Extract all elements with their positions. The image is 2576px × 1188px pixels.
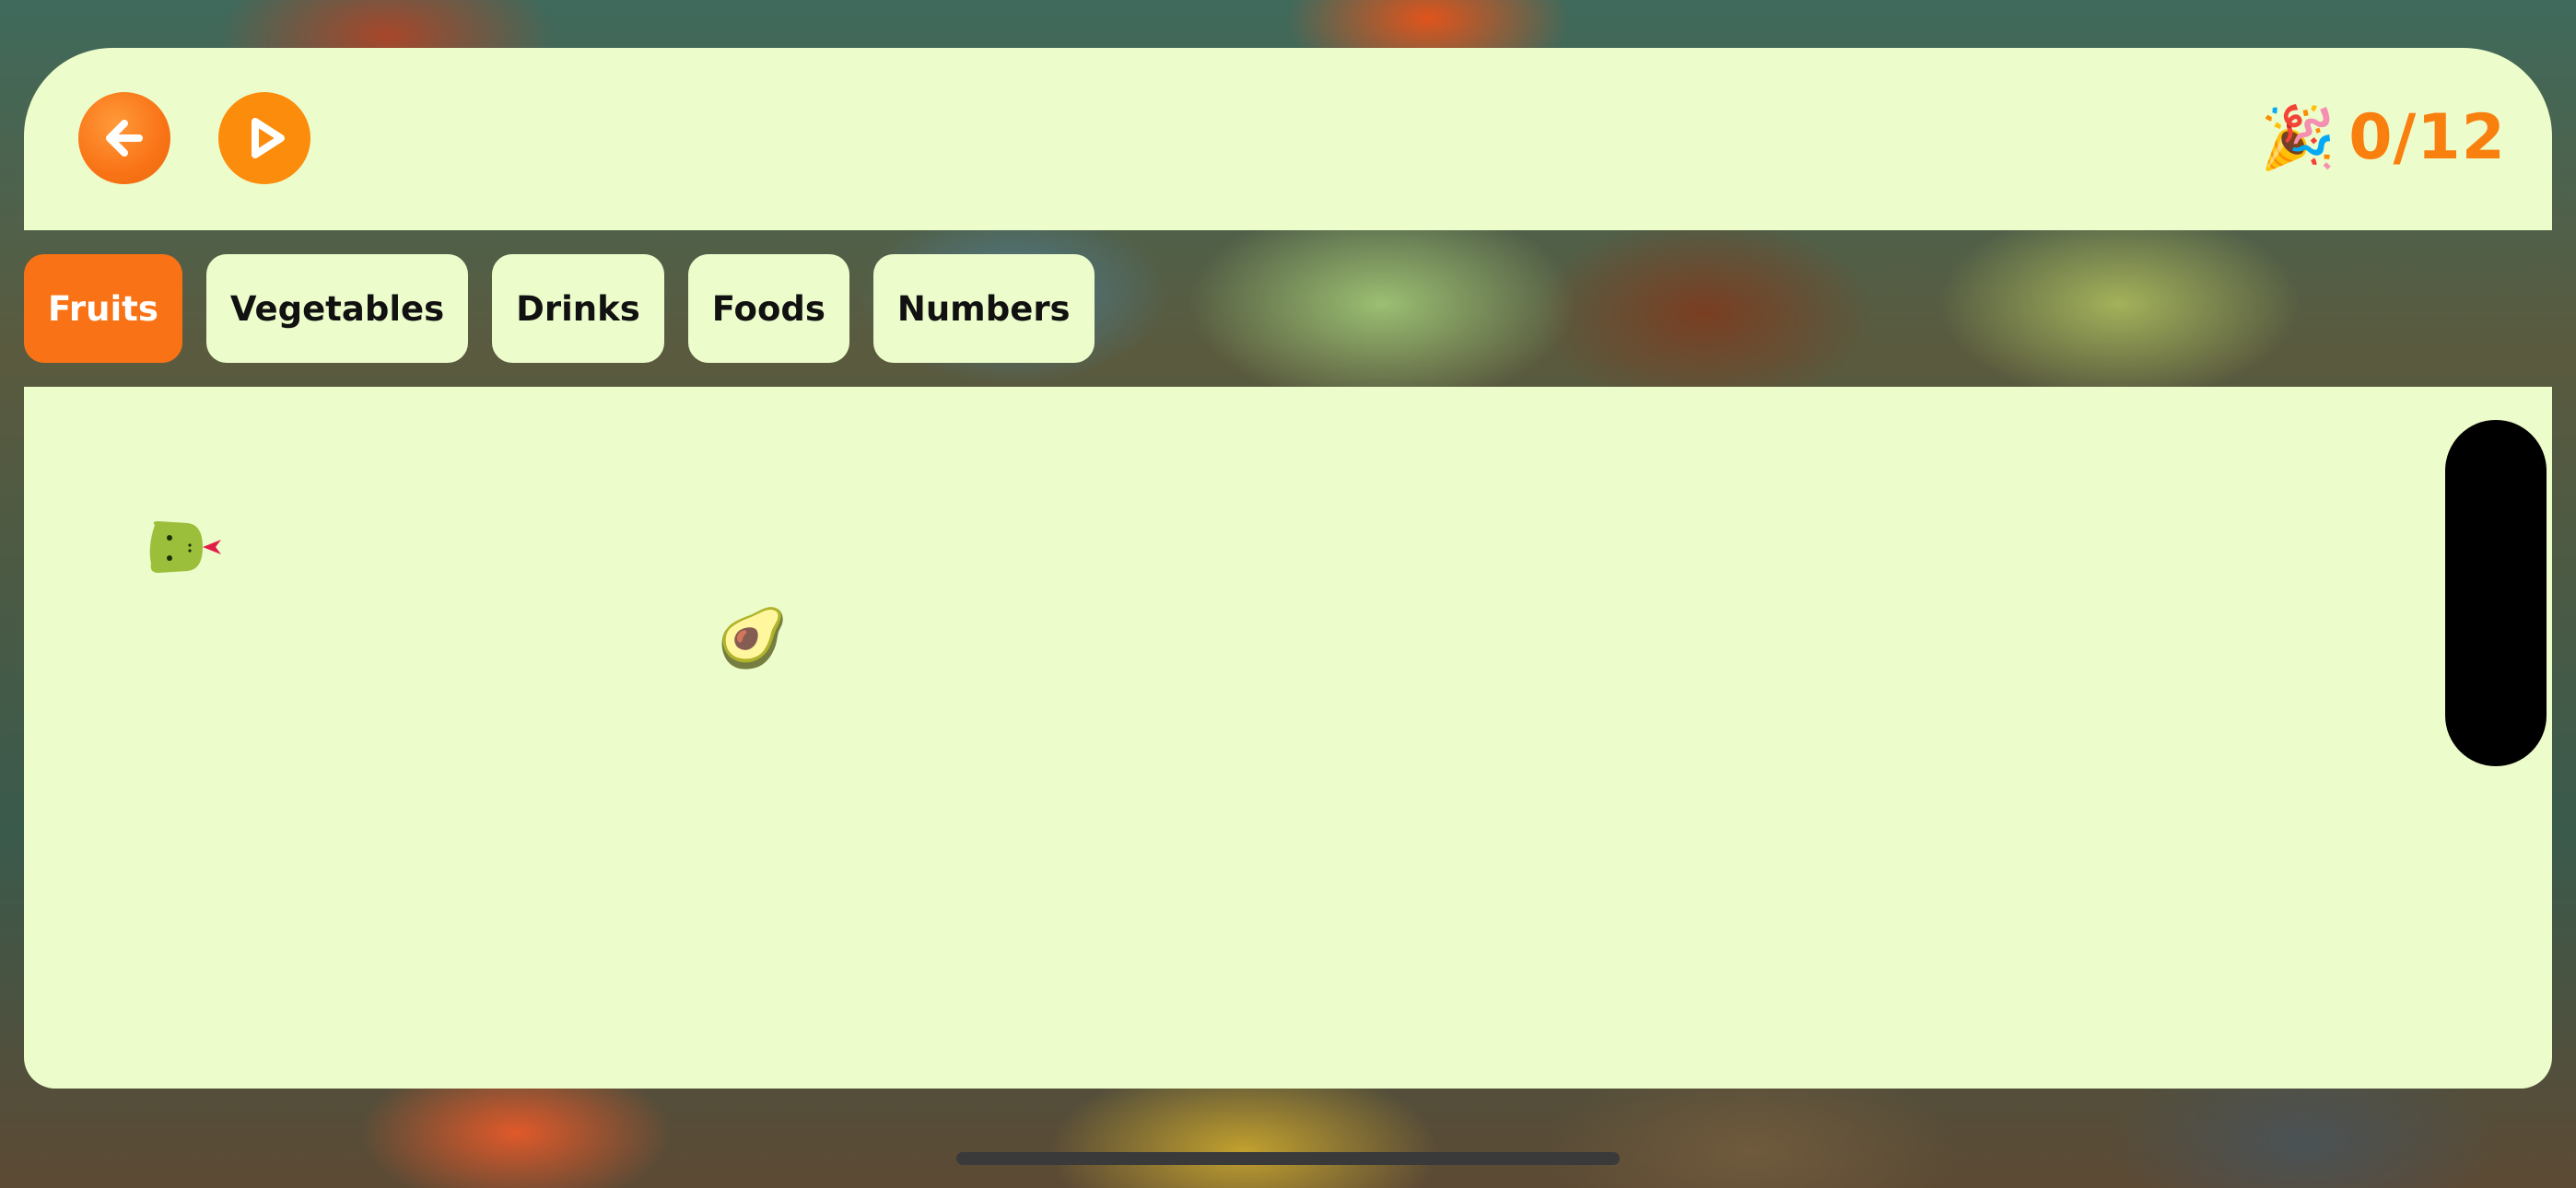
arrow-left-icon <box>106 120 143 157</box>
score-text: 0/12 <box>2348 101 2506 174</box>
home-indicator[interactable] <box>956 1152 1620 1165</box>
tab-fruits[interactable]: Fruits <box>24 254 182 363</box>
score-display: 🎉 0/12 <box>2260 105 2506 171</box>
game-board[interactable]: 🥑 <box>24 387 2552 1089</box>
tab-vegetables[interactable]: Vegetables <box>205 254 469 363</box>
tab-foods[interactable]: Foods <box>687 254 849 363</box>
snake-head <box>149 521 221 573</box>
party-popper-icon: 🎉 <box>2260 102 2336 173</box>
play-button[interactable] <box>218 92 310 184</box>
avocado-food: 🥑 <box>717 604 789 671</box>
top-bar: 🎉 0/12 <box>24 48 2552 230</box>
back-button[interactable] <box>78 92 170 184</box>
category-tabs: Fruits Vegetables Drinks Foods Numbers <box>24 254 1095 363</box>
play-icon <box>252 118 285 158</box>
game-screen: 🎉 0/12 Fruits Vegetables Drinks Foods Nu… <box>0 0 2576 1188</box>
tab-drinks[interactable]: Drinks <box>492 254 664 363</box>
tab-numbers[interactable]: Numbers <box>872 254 1095 363</box>
side-control-handle[interactable] <box>2445 420 2547 766</box>
